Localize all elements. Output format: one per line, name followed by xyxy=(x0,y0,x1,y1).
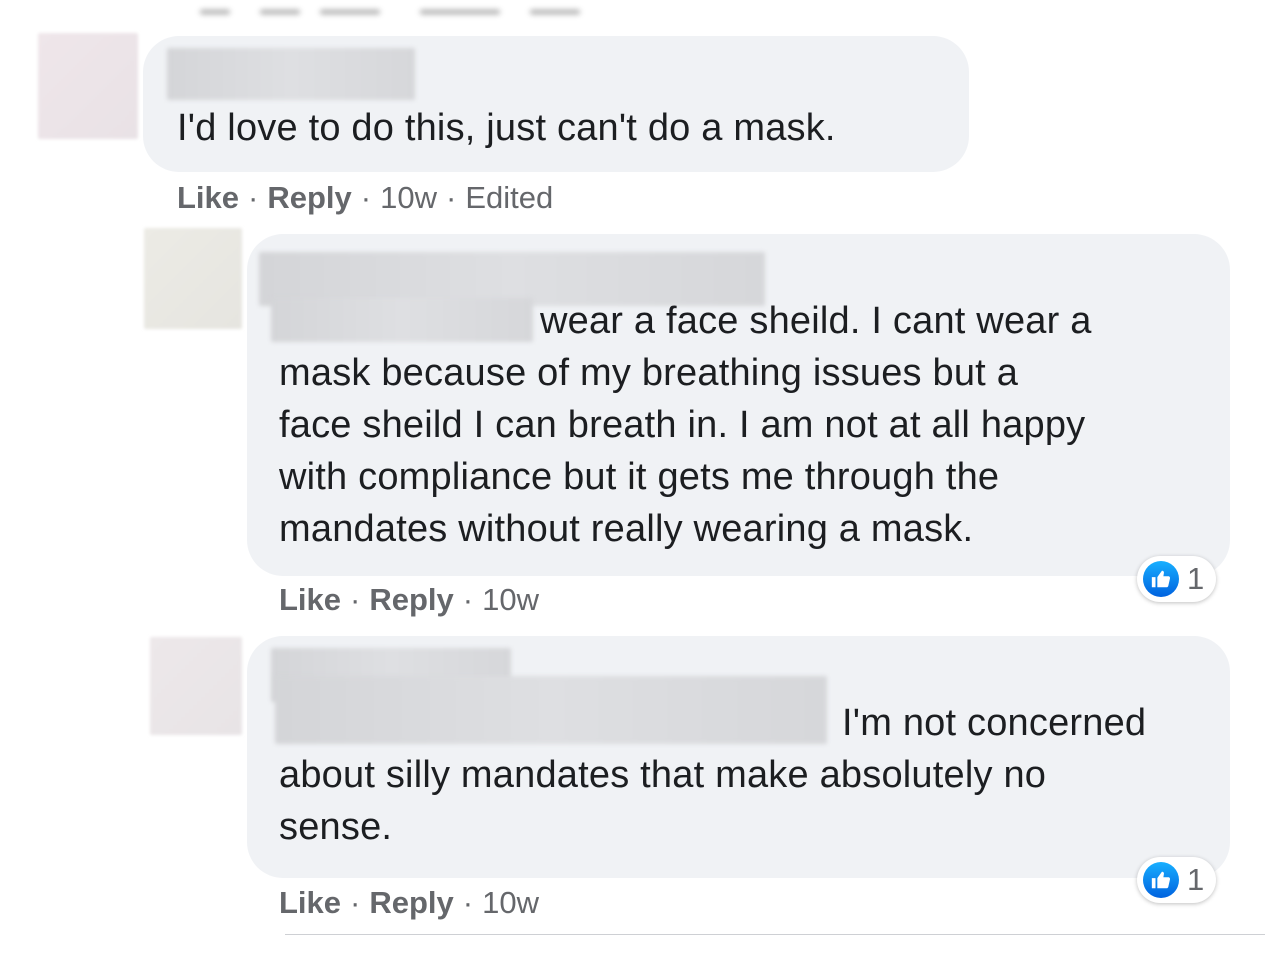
reaction-count: 1 xyxy=(1187,862,1205,897)
like-thumbs-up-icon xyxy=(1143,561,1179,597)
comment-text: about silly mandates that make absolutel… xyxy=(279,754,1047,796)
reply-button[interactable]: Reply xyxy=(267,180,351,216)
comment-text: sense. xyxy=(279,806,393,848)
comment-text: face sheild I can breath in. I am not at… xyxy=(279,404,1086,446)
comment-actions: Like · Reply · 10w xyxy=(279,883,539,923)
author-name-obscured[interactable] xyxy=(167,48,415,100)
avatar[interactable] xyxy=(144,228,242,329)
divider xyxy=(285,934,1265,935)
comment-text: mask because of my breathing issues but … xyxy=(279,352,1019,394)
comment-text: I'm not concerned xyxy=(842,702,1147,744)
tagged-name-obscured[interactable] xyxy=(271,298,533,342)
reply-button[interactable]: Reply xyxy=(369,582,453,618)
timestamp[interactable]: 10w xyxy=(482,582,539,618)
reaction-count: 1 xyxy=(1187,561,1205,596)
avatar[interactable] xyxy=(150,637,242,735)
avatar[interactable] xyxy=(38,33,138,139)
timestamp[interactable]: 10w xyxy=(482,885,539,921)
edited-label[interactable]: Edited xyxy=(465,180,553,216)
comment-thread: I'd love to do this, just can't do a mas… xyxy=(0,0,1286,960)
like-button[interactable]: Like xyxy=(279,582,341,618)
like-thumbs-up-icon xyxy=(1143,862,1179,898)
comment-actions: Like · Reply · 10w xyxy=(279,580,539,620)
like-button[interactable]: Like xyxy=(279,885,341,921)
reaction-summary[interactable]: 1 xyxy=(1137,556,1217,602)
reaction-summary[interactable]: 1 xyxy=(1137,857,1217,903)
separator: · xyxy=(445,180,457,215)
comment-actions: Like · Reply · 10w · Edited xyxy=(177,178,553,218)
comment-text: I'd love to do this, just can't do a mas… xyxy=(177,107,836,149)
separator: · xyxy=(350,885,361,920)
comment-text: wear a face sheild. I cant wear a xyxy=(540,300,1092,342)
comment-bubble: I'd love to do this, just can't do a mas… xyxy=(143,36,969,172)
comment-bubble: wear a face sheild. I cant wear a mask b… xyxy=(247,234,1230,576)
comment-text: with compliance but it gets me through t… xyxy=(279,456,1000,498)
comment-bubble: I'm not concerned about silly mandates t… xyxy=(247,636,1230,878)
like-button[interactable]: Like xyxy=(177,180,239,216)
tagged-name-obscured[interactable] xyxy=(275,676,827,744)
separator: · xyxy=(462,885,474,920)
separator: · xyxy=(248,180,259,215)
comment-text: mandates without really wearing a mask. xyxy=(279,508,974,550)
timestamp[interactable]: 10w xyxy=(380,180,437,216)
separator: · xyxy=(360,180,372,215)
separator: · xyxy=(462,582,474,617)
separator: · xyxy=(350,582,361,617)
previous-comment-actions-obscured xyxy=(190,0,610,22)
reply-button[interactable]: Reply xyxy=(369,885,453,921)
